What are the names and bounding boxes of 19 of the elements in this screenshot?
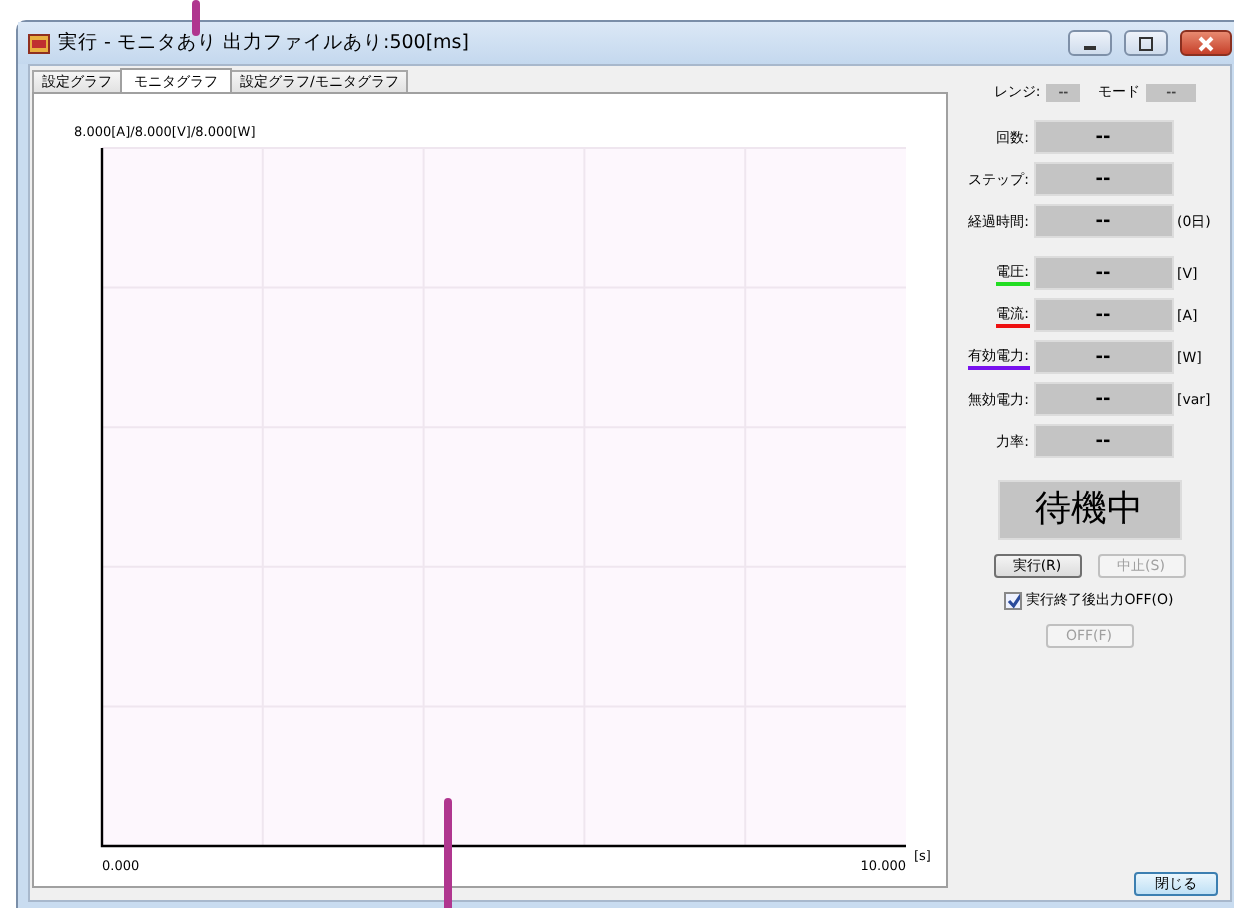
status-display: 待機中 (997, 480, 1181, 540)
readout-value: -- (1033, 298, 1173, 332)
maximize-icon (1138, 35, 1154, 51)
annotation-line (192, 0, 200, 36)
readout-value: -- (1033, 340, 1173, 374)
maximize-button[interactable] (1124, 30, 1168, 56)
readout-value: -- (1033, 256, 1173, 290)
annotation-line (444, 798, 452, 908)
window-title: 実行 - モニタあり 出力ファイルあり:500[ms] (58, 30, 469, 56)
checkbox[interactable] (1004, 591, 1023, 609)
readout-value: -- (1033, 204, 1173, 238)
readout-value: -- (1033, 424, 1173, 458)
close-button[interactable] (1180, 30, 1232, 56)
readout-value: -- (1033, 382, 1173, 416)
close-icon (1198, 35, 1214, 51)
minimize-button[interactable] (1068, 30, 1112, 56)
app-icon (28, 33, 50, 53)
readout-value: -- (1033, 120, 1173, 154)
readout-value: -- (1033, 162, 1173, 196)
